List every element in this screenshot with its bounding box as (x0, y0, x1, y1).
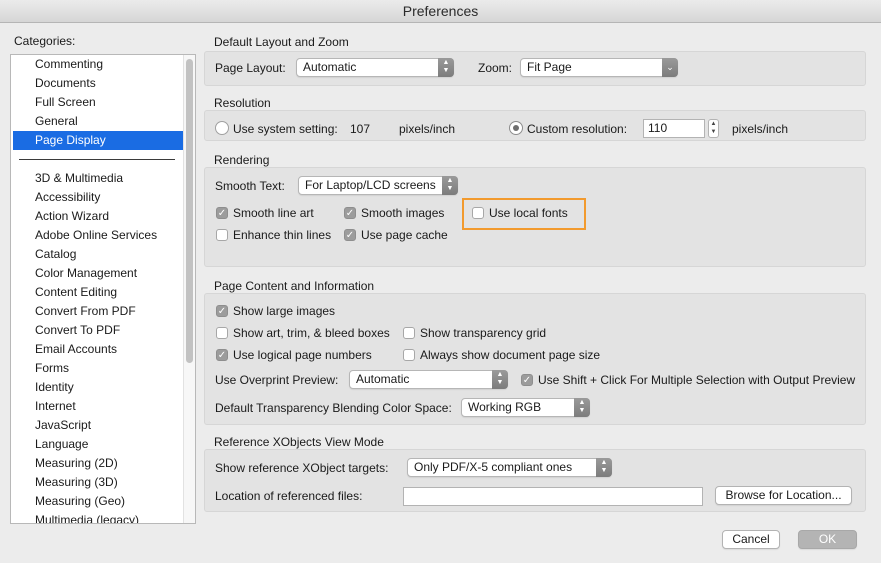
zoom-select[interactable]: Fit Page ⌄ (520, 58, 678, 77)
category-measuring-3d[interactable]: Measuring (3D) (11, 473, 183, 492)
cancel-button[interactable]: Cancel (722, 530, 780, 549)
smooth-line-art-label: Smooth line art (233, 206, 314, 220)
categories-label: Categories: (14, 34, 76, 48)
chevron-down-icon: ⌄ (662, 58, 678, 77)
smooth-text-value: For Laptop/LCD screens (305, 178, 436, 192)
always-show-page-size-checkbox[interactable] (403, 349, 415, 361)
enhance-thin-lines-checkbox[interactable] (216, 229, 228, 241)
xobject-targets-value: Only PDF/X-5 compliant ones (414, 460, 573, 474)
category-action-wizard[interactable]: Action Wizard (11, 207, 183, 226)
zoom-label: Zoom: (478, 61, 513, 75)
page-layout-value: Automatic (303, 60, 357, 74)
category-multimedia-legacy[interactable]: Multimedia (legacy) (11, 511, 183, 523)
category-separator (19, 159, 175, 160)
resolution-stepper[interactable]: ▲ ▼ (708, 119, 719, 138)
category-documents[interactable]: Documents (11, 74, 183, 93)
category-page-display[interactable]: Page Display (13, 131, 183, 150)
smooth-line-art-checkbox[interactable]: ✓ (216, 207, 228, 219)
zoom-value: Fit Page (527, 60, 572, 74)
logical-page-numbers-checkbox[interactable]: ✓ (216, 349, 228, 361)
category-language[interactable]: Language (11, 435, 183, 454)
updown-arrows-icon: ▲ ▼ (442, 176, 458, 195)
rendering-title: Rendering (214, 153, 270, 167)
overprint-label: Use Overprint Preview: (215, 373, 339, 387)
page-content-title: Page Content and Information (214, 279, 375, 293)
system-setting-label: Use system setting: (233, 122, 338, 136)
show-art-trim-label: Show art, trim, & bleed boxes (233, 326, 390, 340)
category-general[interactable]: General (11, 112, 183, 131)
system-setting-radio[interactable] (215, 121, 229, 135)
xobjects-title: Reference XObjects View Mode (214, 435, 384, 449)
always-show-page-size-label: Always show document page size (420, 348, 601, 362)
category-identity[interactable]: Identity (11, 378, 183, 397)
system-setting-unit: pixels/inch (399, 122, 456, 136)
shift-click-checkbox[interactable]: ✓ (521, 374, 533, 386)
show-transparency-grid-label: Show transparency grid (420, 326, 547, 340)
smooth-text-select[interactable]: For Laptop/LCD screens ▲ ▼ (298, 176, 458, 195)
category-javascript[interactable]: JavaScript (11, 416, 183, 435)
use-page-cache-label: Use page cache (361, 228, 448, 242)
page-layout-select[interactable]: Automatic ▲ ▼ (296, 58, 454, 77)
custom-resolution-radio[interactable] (509, 121, 523, 135)
category-measuring-2d[interactable]: Measuring (2D) (11, 454, 183, 473)
category-scroll-thumb[interactable] (186, 59, 193, 363)
custom-resolution-label: Custom resolution: (527, 122, 628, 136)
category-accessibility[interactable]: Accessibility (11, 188, 183, 207)
category-3d-multimedia[interactable]: 3D & Multimedia (11, 169, 183, 188)
system-setting-value: 107 (350, 122, 371, 136)
location-input[interactable] (403, 487, 703, 506)
page-layout-label: Page Layout: (215, 61, 286, 75)
category-full-screen[interactable]: Full Screen (11, 93, 183, 112)
category-email-accounts[interactable]: Email Accounts (11, 340, 183, 359)
category-forms[interactable]: Forms (11, 359, 183, 378)
use-local-fonts-checkbox[interactable] (472, 207, 484, 219)
updown-arrows-icon: ▲ ▼ (574, 398, 590, 417)
smooth-images-label: Smooth images (361, 206, 445, 220)
ok-button[interactable]: OK (798, 530, 857, 549)
enhance-thin-lines-label: Enhance thin lines (233, 228, 332, 242)
updown-arrows-icon: ▲ ▼ (596, 458, 612, 477)
location-label: Location of referenced files: (215, 489, 363, 503)
use-local-fonts-label: Use local fonts (489, 206, 568, 220)
category-color-management[interactable]: Color Management (11, 264, 183, 283)
show-large-images-checkbox[interactable]: ✓ (216, 305, 228, 317)
category-adobe-online-services[interactable]: Adobe Online Services (11, 226, 183, 245)
custom-resolution-unit: pixels/inch (732, 122, 789, 136)
blending-select[interactable]: Working RGB ▲ ▼ (461, 398, 590, 417)
smooth-text-label: Smooth Text: (215, 179, 285, 193)
use-page-cache-checkbox[interactable]: ✓ (344, 229, 356, 241)
xobject-targets-select[interactable]: Only PDF/X-5 compliant ones ▲ ▼ (407, 458, 612, 477)
overprint-select[interactable]: Automatic ▲ ▼ (349, 370, 508, 389)
category-content-editing[interactable]: Content Editing (11, 283, 183, 302)
browse-location-button[interactable]: Browse for Location... (715, 486, 852, 505)
category-convert-from-pdf[interactable]: Convert From PDF (11, 302, 183, 321)
window-title: Preferences (0, 0, 881, 23)
show-art-trim-checkbox[interactable] (216, 327, 228, 339)
logical-page-numbers-label: Use logical page numbers (233, 348, 372, 362)
overprint-value: Automatic (356, 372, 410, 386)
show-transparency-grid-checkbox[interactable] (403, 327, 415, 339)
blending-value: Working RGB (468, 400, 542, 414)
smooth-images-checkbox[interactable]: ✓ (344, 207, 356, 219)
shift-click-label: Use Shift + Click For Multiple Selection… (538, 373, 856, 387)
category-measuring-geo[interactable]: Measuring (Geo) (11, 492, 183, 511)
blending-label: Default Transparency Blending Color Spac… (215, 401, 452, 415)
category-list[interactable]: Commenting Documents Full Screen General… (10, 54, 196, 524)
category-catalog[interactable]: Catalog (11, 245, 183, 264)
category-internet[interactable]: Internet (11, 397, 183, 416)
show-large-images-label: Show large images (233, 304, 336, 318)
layout-zoom-title: Default Layout and Zoom (214, 35, 349, 49)
category-convert-to-pdf[interactable]: Convert To PDF (11, 321, 183, 340)
resolution-title: Resolution (214, 96, 271, 110)
updown-arrows-icon: ▲ ▼ (492, 370, 508, 389)
custom-resolution-input[interactable]: 110 (643, 119, 705, 138)
xobject-targets-label: Show reference XObject targets: (215, 461, 389, 475)
category-commenting[interactable]: Commenting (11, 55, 183, 74)
updown-arrows-icon: ▲ ▼ (438, 58, 454, 77)
